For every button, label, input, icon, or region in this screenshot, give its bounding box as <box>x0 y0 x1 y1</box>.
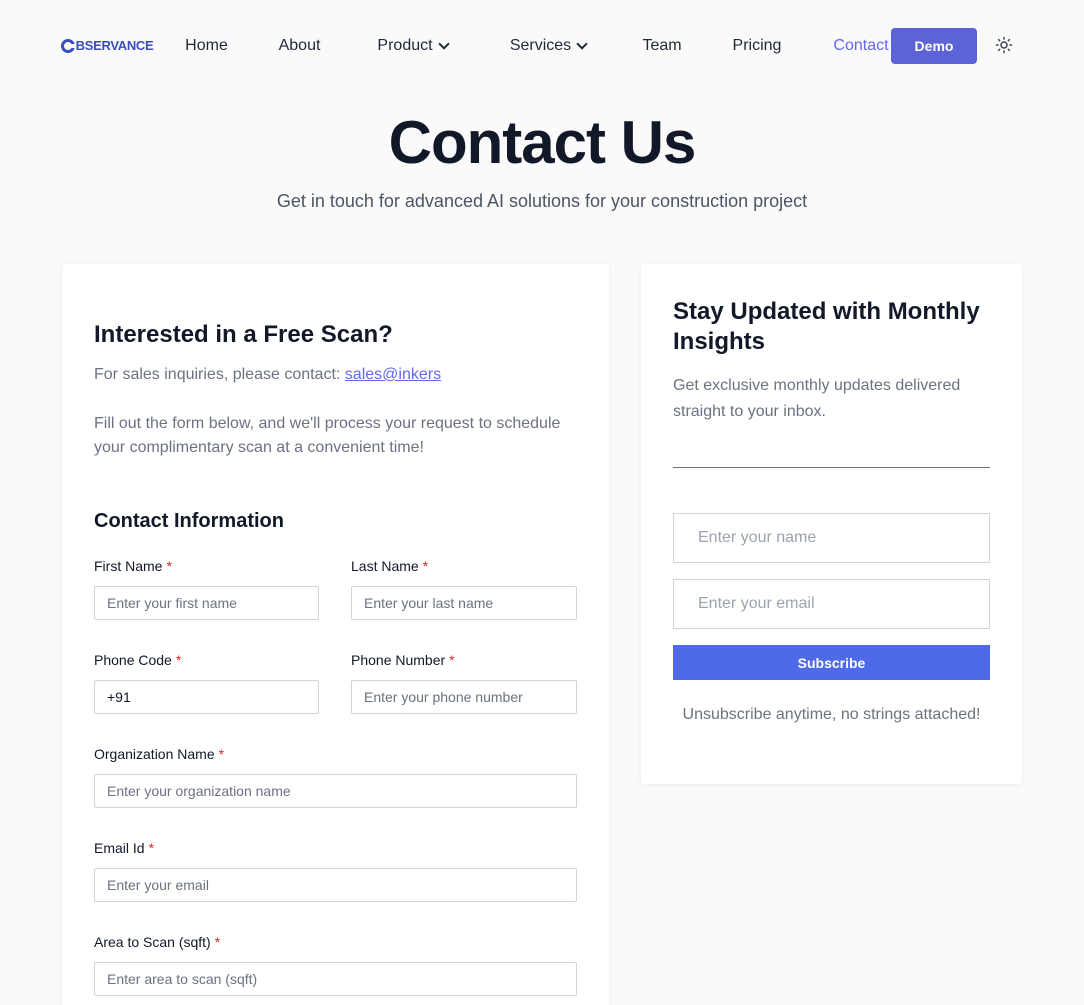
last-name-input[interactable]: Enter your last name <box>351 586 577 620</box>
required-mark: * <box>148 840 155 856</box>
first-name-label-text: First Name <box>94 558 163 574</box>
sales-contact-line: For sales inquiries, please contact: sal… <box>94 366 441 384</box>
organization-name-input[interactable]: Enter your organization name <box>94 774 577 808</box>
nav-about[interactable]: About <box>277 10 322 82</box>
email-id-label: Email Id * <box>94 840 154 856</box>
last-name-label: Last Name * <box>351 558 428 574</box>
email-input[interactable]: Enter your email <box>94 868 577 902</box>
area-to-scan-input[interactable]: Enter area to scan (sqft) <box>94 962 577 996</box>
phone-code-input[interactable]: +91 <box>94 680 319 714</box>
newsletter-name-input[interactable]: Enter your name <box>673 513 990 563</box>
page-subtitle: Get in touch for advanced AI solutions f… <box>276 191 808 211</box>
phone-number-input[interactable]: Enter your phone number <box>351 680 577 714</box>
logo: BSERVANCE <box>60 38 154 53</box>
contact-information-heading: Contact Information <box>94 510 284 532</box>
subscribe-button[interactable]: Subscribe <box>673 645 990 680</box>
phone-code-label-text: Phone Code <box>94 652 172 668</box>
free-scan-heading: Interested in a Free Scan? <box>94 321 393 348</box>
top-navbar: BSERVANCE Home About Product Services Te… <box>0 0 1084 92</box>
logo-o-icon <box>60 38 75 53</box>
sales-email-link[interactable]: sales@inkers <box>345 366 441 383</box>
first-name-label: First Name * <box>94 558 172 574</box>
theme-toggle-button[interactable] <box>987 28 1021 62</box>
organization-name-label: Organization Name * <box>94 746 224 762</box>
required-mark: * <box>218 746 225 762</box>
nav-team-label: Team <box>642 37 682 54</box>
nav-contact-label: Contact <box>833 37 889 54</box>
nav-pricing-label: Pricing <box>732 37 782 54</box>
nav-home[interactable]: Home <box>184 10 229 82</box>
nav-product-label: Product <box>377 37 433 54</box>
organization-label-text: Organization Name <box>94 746 215 762</box>
last-name-label-text: Last Name <box>351 558 419 574</box>
demo-button[interactable]: Demo <box>891 28 977 64</box>
phone-number-label-text: Phone Number <box>351 652 446 668</box>
form-description: Fill out the form below, and we'll proce… <box>94 415 561 456</box>
page-title: Contact Us <box>388 109 697 176</box>
phone-code-label: Phone Code * <box>94 652 181 668</box>
required-mark: * <box>422 558 429 574</box>
newsletter-card: Stay Updated with Monthly Insights Get e… <box>641 264 1022 784</box>
nav-product[interactable]: Product <box>370 10 455 82</box>
chevron-down-icon <box>437 37 450 50</box>
nav-home-label: Home <box>185 37 228 54</box>
nav-services-label: Services <box>509 37 572 54</box>
email-label-text: Email Id <box>94 840 145 856</box>
area-to-scan-label: Area to Scan (sqft) * <box>94 934 220 950</box>
newsletter-email-input[interactable]: Enter your email <box>673 579 990 629</box>
nav-contact[interactable]: Contact <box>831 10 891 82</box>
nav-team[interactable]: Team <box>641 10 683 82</box>
logo-link[interactable]: BSERVANCE <box>60 0 154 91</box>
first-name-input[interactable]: Enter your first name <box>94 586 319 620</box>
divider <box>673 467 990 468</box>
required-mark: * <box>214 934 221 950</box>
newsletter-description: Get exclusive monthly updates delivered … <box>673 377 961 420</box>
required-mark: * <box>175 652 182 668</box>
area-label-text: Area to Scan (sqft) <box>94 934 211 950</box>
required-mark: * <box>449 652 455 668</box>
sun-icon <box>995 36 1013 54</box>
phone-number-label: Phone Number * <box>351 652 455 668</box>
required-mark: * <box>166 558 172 574</box>
logo-text: BSERVANCE <box>75 38 154 53</box>
unsubscribe-note: Unsubscribe anytime, no strings attached… <box>682 706 981 723</box>
newsletter-heading: Stay Updated with Monthly Insights <box>673 298 980 355</box>
sales-prefix: For sales inquiries, please contact: <box>94 366 341 383</box>
nav-about-label: About <box>278 37 321 54</box>
free-scan-card: Interested in a Free Scan? For sales inq… <box>62 264 609 1005</box>
nav-pricing[interactable]: Pricing <box>731 10 783 82</box>
nav-services[interactable]: Services <box>503 10 593 82</box>
chevron-down-icon <box>576 37 588 50</box>
